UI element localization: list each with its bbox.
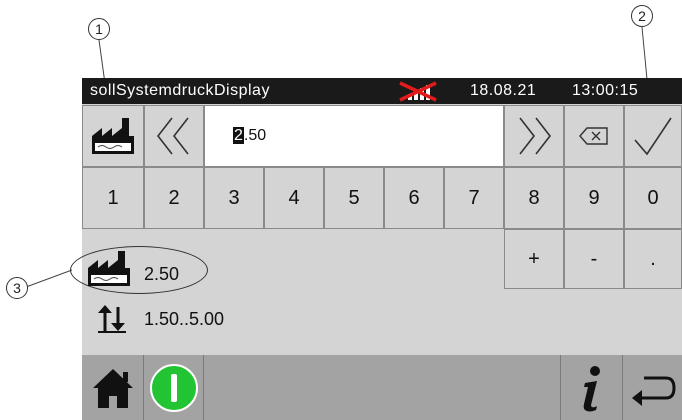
current-value: 2.50 [144, 264, 180, 284]
cursor-left-button[interactable] [144, 105, 204, 167]
callout-3: 3 [6, 277, 28, 299]
value-input[interactable]: 2.50 [204, 105, 504, 167]
info-icon [583, 365, 600, 411]
back-button[interactable] [623, 355, 682, 420]
title-bar: sollSystemdruckDisplay 18.08.21 13:00:15 [82, 78, 682, 104]
double-chevron-left-icon [156, 117, 189, 155]
signal-crossed-icon [399, 81, 437, 102]
range-arrows-icon [98, 305, 126, 333]
checkmark-icon [634, 117, 672, 156]
factory-icon [88, 251, 130, 286]
power-icon [149, 363, 198, 412]
callout-1: 1 [88, 18, 110, 40]
key-1[interactable]: 1 [82, 167, 144, 229]
range-value: 1.50..5.00 [144, 309, 225, 329]
return-icon [631, 376, 676, 406]
key-9[interactable]: 9 [564, 167, 624, 229]
key-5[interactable]: 5 [324, 167, 384, 229]
screen-title: sollSystemdruckDisplay [90, 82, 270, 99]
info-button[interactable] [561, 355, 623, 420]
home-icon [92, 368, 133, 408]
backspace-button[interactable] [564, 105, 624, 167]
input-value-rest: .50 [243, 127, 267, 144]
status-time: 13:00:15 [572, 82, 639, 99]
input-cursor-char: 2 [233, 127, 244, 144]
key-7[interactable]: 7 [444, 167, 504, 229]
home-button[interactable] [82, 355, 144, 420]
key-4[interactable]: 4 [264, 167, 324, 229]
key-3[interactable]: 3 [204, 167, 264, 229]
key-0[interactable]: 0 [624, 167, 682, 229]
cursor-right-button[interactable] [504, 105, 564, 167]
key-6[interactable]: 6 [384, 167, 444, 229]
double-chevron-right-icon [519, 117, 552, 155]
backspace-icon [579, 127, 608, 145]
confirm-button[interactable] [624, 105, 682, 167]
factory-icon [92, 118, 134, 154]
key-plus[interactable]: + [504, 229, 564, 289]
key-2[interactable]: 2 [144, 167, 204, 229]
power-button[interactable] [144, 355, 204, 420]
status-date: 18.08.21 [470, 82, 537, 99]
key-8[interactable]: 8 [504, 167, 564, 229]
key-dot[interactable]: . [624, 229, 682, 289]
key-minus[interactable]: - [564, 229, 624, 289]
callout-2: 2 [631, 5, 653, 27]
factory-default-button[interactable] [82, 105, 144, 167]
